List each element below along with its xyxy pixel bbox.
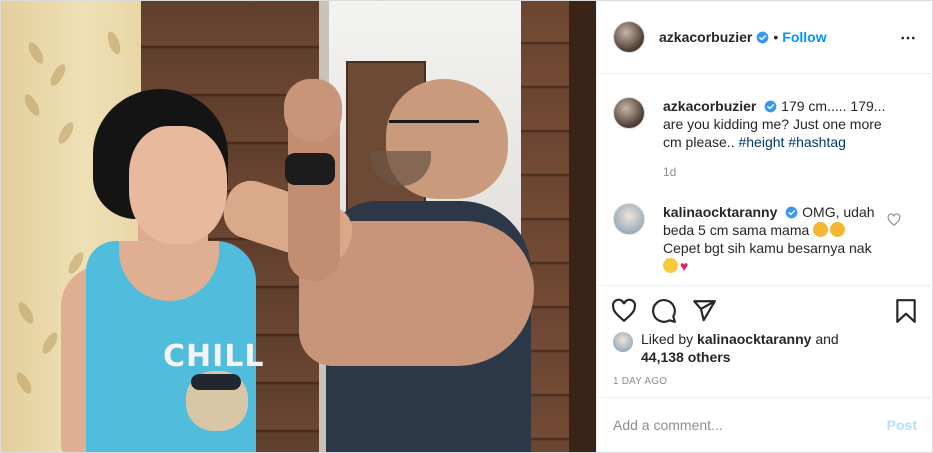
separator-dot: •: [773, 29, 779, 45]
caption-time[interactable]: 1d: [663, 163, 893, 181]
post-side-panel: azkacorbuzier • Follow azkacorbuzier 179…: [596, 1, 933, 452]
rolling-eyes-emoji: [663, 258, 678, 273]
author-avatar[interactable]: [613, 21, 645, 53]
eyeglasses: [389, 101, 479, 123]
instagram-post-modal: CHILL azkacorbuzier • Follow azkacorbuzi…: [0, 0, 933, 453]
caption-username[interactable]: azkacorbuzier: [663, 98, 756, 114]
post-actions: Liked by kalinaocktaranny and 44,138 oth…: [597, 285, 933, 387]
comment-icon[interactable]: [651, 298, 677, 324]
red-heart-emoji: ♥: [680, 258, 689, 274]
more-options-icon[interactable]: [899, 29, 917, 47]
tired-face-emoji: [830, 222, 846, 237]
likes-summary: Liked by kalinaocktaranny and 44,138 oth…: [613, 330, 839, 366]
liker-username[interactable]: kalinaocktaranny: [697, 331, 811, 347]
author-username[interactable]: azkacorbuzier: [659, 29, 752, 45]
verified-badge-icon: [757, 31, 769, 43]
hashtag-link[interactable]: #hashtag: [788, 134, 846, 150]
shirt-print-text: CHILL: [163, 339, 265, 374]
liker-avatar[interactable]: [613, 332, 633, 352]
caption-author-avatar[interactable]: [613, 97, 645, 129]
hashtag-link[interactable]: #height: [738, 134, 784, 150]
wristwatch: [285, 153, 335, 185]
likes-count-link[interactable]: 44,138 others: [641, 349, 731, 365]
post-header: azkacorbuzier • Follow: [597, 1, 933, 74]
heart-icon[interactable]: [611, 298, 637, 324]
comment-input[interactable]: [613, 417, 887, 433]
post-comment-button[interactable]: Post: [887, 417, 917, 433]
verified-badge-icon: [785, 206, 798, 219]
comment-text-line2: Cepet bgt sih kamu besarnya nak: [663, 240, 872, 256]
comment-item: kalinaocktaranny OMG, udah beda 5 cm sam…: [613, 203, 893, 275]
tired-face-emoji: [813, 222, 829, 237]
share-icon[interactable]: [691, 298, 717, 324]
comments-area[interactable]: azkacorbuzier 179 cm..... 179... are you…: [597, 75, 933, 285]
follow-button[interactable]: Follow: [782, 29, 826, 45]
verified-badge-icon: [764, 100, 777, 113]
boy-face: [129, 126, 227, 244]
post-photo[interactable]: CHILL: [1, 1, 596, 452]
caption: azkacorbuzier 179 cm..... 179... are you…: [613, 97, 893, 181]
post-date[interactable]: 1 DAY AGO: [613, 376, 667, 387]
save-icon[interactable]: [893, 298, 919, 324]
add-comment-bar: Post: [597, 397, 933, 452]
commenter-avatar[interactable]: [613, 203, 645, 235]
like-comment-icon[interactable]: [887, 213, 901, 227]
commenter-username[interactable]: kalinaocktaranny: [663, 204, 777, 220]
